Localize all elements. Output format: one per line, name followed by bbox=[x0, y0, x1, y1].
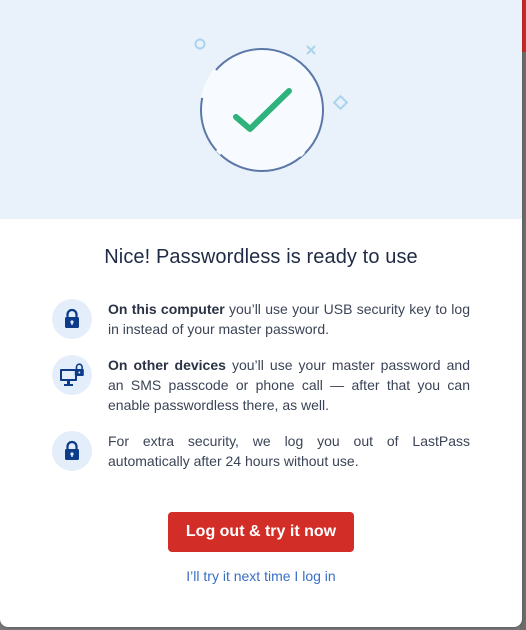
try-next-time-link[interactable]: I’ll try it next time I log in bbox=[0, 568, 522, 584]
diamond-sparkle-icon bbox=[332, 94, 349, 111]
cross-sparkle-icon bbox=[306, 45, 316, 55]
info-item-text: For extra security, we log you out of La… bbox=[108, 433, 470, 469]
hero-banner bbox=[0, 0, 522, 219]
success-illustration bbox=[194, 38, 349, 172]
circle-sparkle-icon bbox=[194, 38, 206, 50]
lock-icon bbox=[52, 299, 92, 339]
passwordless-dialog: Nice! Passwordless is ready to use On th… bbox=[0, 0, 522, 627]
info-item-text: On this computer you’ll use your USB sec… bbox=[108, 301, 470, 337]
dialog-title: Nice! Passwordless is ready to use bbox=[104, 246, 418, 268]
log-out-try-now-button[interactable]: Log out & try it now bbox=[168, 512, 354, 552]
lock-icon bbox=[52, 431, 92, 471]
info-item-text: On other devices you’ll use your master … bbox=[108, 357, 471, 413]
computer-lock-icon bbox=[52, 355, 92, 395]
checkmark-circle-icon bbox=[200, 48, 324, 172]
